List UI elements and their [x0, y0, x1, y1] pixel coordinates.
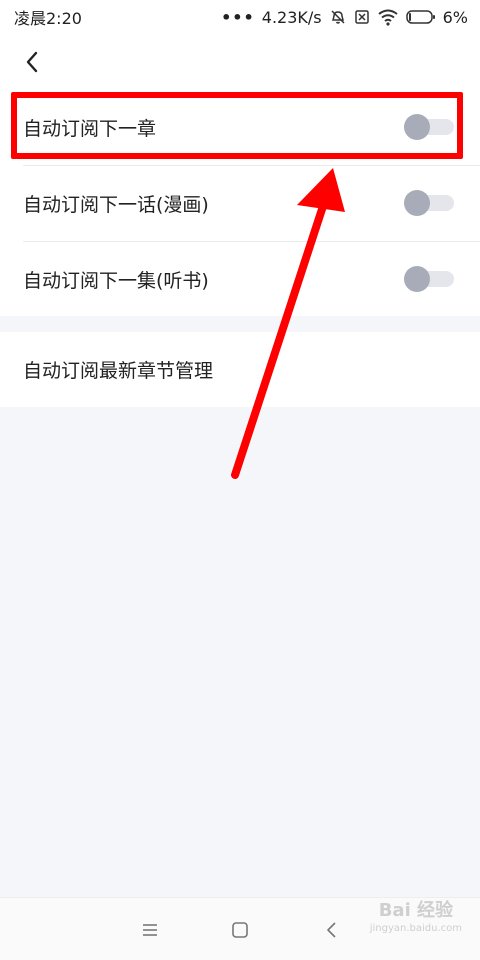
system-nav-bar: Bai 经验 jingyan.baidu.com	[0, 897, 480, 960]
battery-icon	[405, 9, 436, 25]
header	[0, 34, 480, 90]
home-icon	[232, 922, 248, 938]
home-button[interactable]	[226, 916, 254, 944]
status-bar: 凌晨2:20 ••• 4.23K/s 6%	[0, 0, 480, 34]
nav-back-button[interactable]	[318, 916, 346, 944]
back-button[interactable]	[18, 48, 46, 76]
watermark-url: jingyan.baidu.com	[369, 923, 462, 934]
wifi-icon	[377, 8, 399, 26]
toggle-knob	[404, 266, 430, 292]
more-notifications-icon: •••	[221, 7, 255, 27]
network-speed: 4.23K/s	[261, 7, 322, 27]
status-indicators: ••• 4.23K/s 6%	[221, 8, 468, 27]
watermark-logo: Bai 经验	[378, 900, 454, 921]
toggle-knob	[404, 190, 430, 216]
mute-icon	[329, 8, 347, 26]
battery-percent: 6%	[442, 7, 468, 27]
next-audio-toggle[interactable]	[404, 266, 454, 292]
setting-label: 自动订阅最新章节管理	[23, 360, 214, 382]
next-comic-toggle[interactable]	[404, 190, 454, 216]
watermark: Bai 经验 jingyan.baidu.com	[370, 902, 462, 938]
back-icon	[327, 922, 336, 938]
chevron-left-icon	[26, 51, 38, 73]
sim-off-icon	[354, 9, 370, 25]
manage-settings-group: 自动订阅最新章节管理	[0, 332, 480, 407]
toggle-knob	[404, 114, 430, 140]
menu-icon	[143, 924, 157, 936]
setting-row-manage-latest[interactable]: 自动订阅最新章节管理	[0, 332, 480, 407]
menu-button[interactable]	[136, 916, 164, 944]
subscription-settings-group: 自动订阅下一章 自动订阅下一话(漫画) 自动订阅下一集(听书)	[0, 90, 480, 316]
status-time: 凌晨2:20	[14, 9, 82, 28]
next-chapter-toggle[interactable]	[404, 114, 454, 140]
